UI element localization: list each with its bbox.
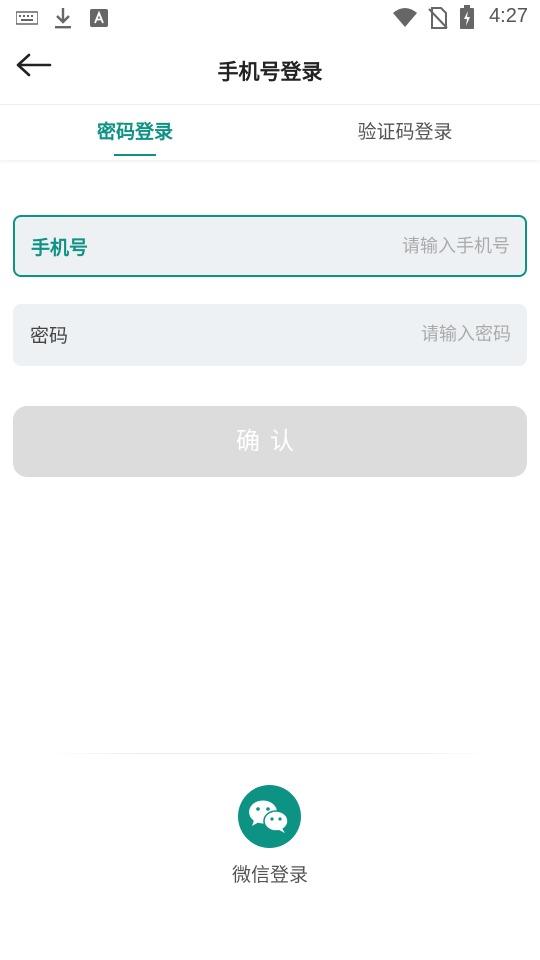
status-time: 4:27 [489,5,528,27]
status-bar: 4:27 [0,0,540,36]
wechat-login-label: 微信登录 [231,864,308,886]
page-title: 手机号登录 [217,60,323,84]
password-input[interactable] [211,316,511,352]
wechat-login-button[interactable] [238,785,301,848]
app-bar: 手机号登录 [0,36,540,104]
no-sim-icon [428,7,448,33]
download-icon [53,6,73,34]
text-a-icon [90,9,108,31]
active-tab-indicator [114,154,156,156]
phone-input[interactable] [210,228,510,264]
tab-code-login[interactable]: 验证码登录 [305,117,505,144]
confirm-button[interactable]: 确认 [13,406,527,477]
battery-charging-icon [459,5,475,33]
tab-password-login[interactable]: 密码登录 [35,117,235,144]
wechat-icon [238,800,301,852]
keyboard-icon [15,10,39,29]
divider [50,753,490,754]
phone-field-label: 手机号 [31,237,89,259]
password-field-label: 密码 [30,325,69,347]
login-tabs: 密码登录 验证码登录 [0,104,540,160]
wifi-icon [392,7,418,31]
password-field[interactable]: 密码 [13,304,527,366]
phone-field[interactable]: 手机号 [13,215,527,277]
